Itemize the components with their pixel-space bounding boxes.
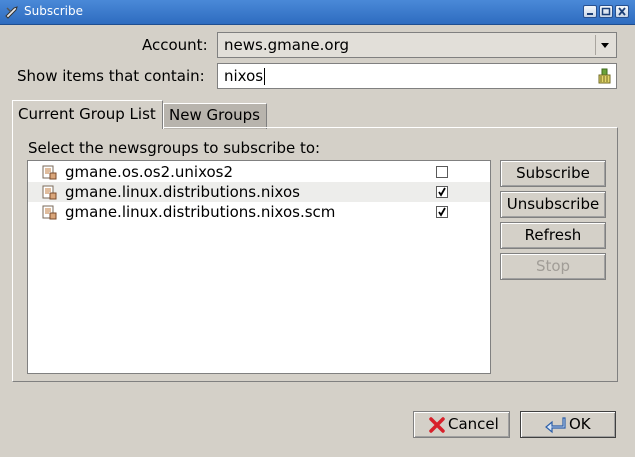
window-title: Subscribe xyxy=(24,4,83,18)
cancel-x-icon xyxy=(429,417,445,433)
ok-button[interactable]: OK xyxy=(520,411,616,438)
close-button[interactable] xyxy=(615,5,629,18)
stop-button[interactable]: Stop xyxy=(500,253,606,280)
cancel-button[interactable]: Cancel xyxy=(413,411,510,438)
dropdown-arrow-icon xyxy=(601,43,609,48)
clear-field-icon[interactable] xyxy=(597,67,613,85)
maximize-button[interactable] xyxy=(599,5,613,18)
filter-value: nixos xyxy=(224,67,264,85)
list-item[interactable]: gmane.linux.distributions.nixos.scm xyxy=(28,202,490,222)
checkmark-icon xyxy=(438,187,446,197)
text-caret xyxy=(264,68,265,85)
minimize-button[interactable] xyxy=(583,5,597,18)
unsubscribe-button[interactable]: Unsubscribe xyxy=(500,191,606,218)
minimize-icon xyxy=(587,13,593,15)
newsgroup-icon xyxy=(42,165,57,180)
tab-label: Current Group List xyxy=(18,105,156,123)
tab-new-groups[interactable]: New Groups xyxy=(163,103,267,129)
title-bar[interactable]: Subscribe xyxy=(0,0,635,25)
account-dropdown-arrow[interactable] xyxy=(595,35,614,55)
subscribe-checkbox[interactable] xyxy=(436,206,448,218)
refresh-button[interactable]: Refresh xyxy=(500,222,606,249)
subscribe-button[interactable]: Subscribe xyxy=(500,160,606,187)
filter-input[interactable]: nixos xyxy=(217,63,617,89)
account-dropdown[interactable]: news.gmane.org xyxy=(217,32,617,58)
list-caption: Select the newsgroups to subscribe to: xyxy=(28,139,321,157)
filter-label: Show items that contain: xyxy=(17,67,205,85)
newsgroup-name: gmane.os.os2.unixos2 xyxy=(65,163,234,181)
newsgroup-name: gmane.linux.distributions.nixos.scm xyxy=(65,203,336,221)
app-icon xyxy=(5,6,18,19)
ok-label: OK xyxy=(569,415,591,433)
account-label: Account: xyxy=(142,36,208,54)
newsgroup-icon xyxy=(42,205,57,220)
ok-arrow-icon xyxy=(545,417,566,434)
tab-label: New Groups xyxy=(169,106,260,124)
subscribe-checkbox[interactable] xyxy=(436,186,448,198)
close-icon xyxy=(618,7,626,16)
tab-current-group-list[interactable]: Current Group List xyxy=(12,100,163,129)
cancel-label: Cancel xyxy=(448,415,499,433)
list-item[interactable]: gmane.linux.distributions.nixos xyxy=(28,182,490,202)
account-value: news.gmane.org xyxy=(224,36,350,54)
maximize-icon xyxy=(601,7,611,16)
newsgroup-list[interactable]: gmane.os.os2.unixos2 gmane.linux.distrib… xyxy=(27,160,491,374)
checkmark-icon xyxy=(438,207,446,217)
subscribe-checkbox[interactable] xyxy=(436,166,448,178)
newsgroup-name: gmane.linux.distributions.nixos xyxy=(65,183,300,201)
list-item[interactable]: gmane.os.os2.unixos2 xyxy=(28,162,490,182)
newsgroup-icon xyxy=(42,185,57,200)
